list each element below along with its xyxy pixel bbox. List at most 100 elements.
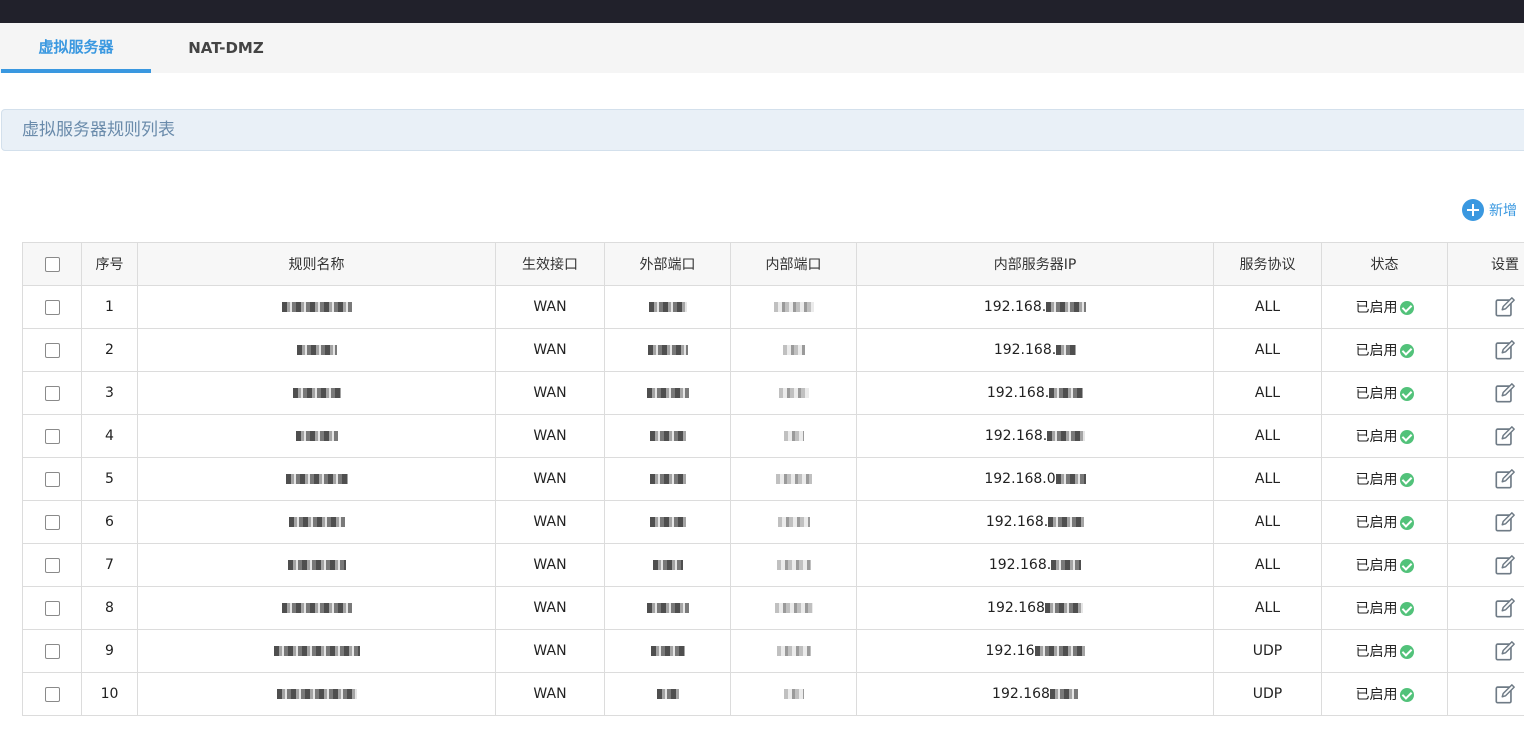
row-checkbox[interactable] <box>44 514 60 530</box>
redacted-ip-suffix <box>1051 560 1082 570</box>
row-protocol: ALL <box>1213 543 1322 587</box>
tab-virtual-server[interactable]: 虚拟服务器 <box>1 23 151 73</box>
header-settings: 设置 <box>1447 242 1524 286</box>
row-checkbox[interactable] <box>44 342 60 358</box>
row-internal-port <box>730 285 857 329</box>
row-internal-port <box>730 500 857 544</box>
header-protocol: 服务协议 <box>1213 242 1322 286</box>
redacted-rule-name <box>288 517 345 527</box>
header-status: 状态 <box>1321 242 1448 286</box>
row-checkbox[interactable] <box>44 299 60 315</box>
check-circle-icon <box>1399 516 1414 530</box>
table-row: 6 WAN 192.168. ALL 已启用 <box>22 500 1524 544</box>
redacted-internal-port <box>782 345 805 355</box>
edit-icon[interactable] <box>1494 640 1516 662</box>
row-rule-name <box>137 629 496 673</box>
row-select <box>22 672 82 716</box>
redacted-external-port <box>646 603 689 613</box>
row-interface: WAN <box>495 328 605 372</box>
table-row: 4 WAN 192.168. ALL 已启用 <box>22 414 1524 458</box>
edit-icon[interactable] <box>1494 339 1516 361</box>
row-internal-port <box>730 629 857 673</box>
status-label: 已启用 <box>1355 687 1398 703</box>
row-server-ip: 192.168 <box>856 586 1214 630</box>
edit-icon[interactable] <box>1494 597 1516 619</box>
tab-nat-dmz[interactable]: NAT-DMZ <box>151 23 301 73</box>
row-index: 1 <box>81 285 138 329</box>
header-server-ip: 内部服务器IP <box>856 242 1214 286</box>
redacted-external-port <box>647 345 688 355</box>
row-settings <box>1447 672 1524 716</box>
row-server-ip: 192.168.0 <box>856 457 1214 501</box>
row-select <box>22 586 82 630</box>
row-status: 已启用 <box>1321 285 1448 329</box>
row-settings <box>1447 500 1524 544</box>
row-rule-name <box>137 371 496 415</box>
edit-icon[interactable] <box>1494 382 1516 404</box>
header-select-all <box>22 242 82 286</box>
row-server-ip: 192.168. <box>856 414 1214 458</box>
add-rule-button[interactable]: 新增 <box>1462 198 1517 222</box>
row-external-port <box>604 285 731 329</box>
row-protocol: UDP <box>1213 629 1322 673</box>
row-status: 已启用 <box>1321 543 1448 587</box>
edit-icon[interactable] <box>1494 554 1516 576</box>
header-interface: 生效接口 <box>495 242 605 286</box>
redacted-rule-name <box>287 560 346 570</box>
row-checkbox[interactable] <box>44 643 60 659</box>
row-settings <box>1447 586 1524 630</box>
row-protocol: ALL <box>1213 328 1322 372</box>
redacted-external-port <box>650 646 685 656</box>
row-index: 4 <box>81 414 138 458</box>
row-checkbox[interactable] <box>44 686 60 702</box>
row-index: 2 <box>81 328 138 372</box>
row-external-port <box>604 543 731 587</box>
row-server-ip: 192.168. <box>856 285 1214 329</box>
row-checkbox[interactable] <box>44 385 60 401</box>
redacted-external-port <box>649 431 686 441</box>
edit-icon[interactable] <box>1494 511 1516 533</box>
status-label: 已启用 <box>1355 515 1398 531</box>
status-label: 已启用 <box>1355 343 1398 359</box>
row-ip-prefix: 192.168.0 <box>984 471 1056 487</box>
row-server-ip: 192.168 <box>856 672 1214 716</box>
row-checkbox[interactable] <box>44 471 60 487</box>
table-row: 7 WAN 192.168. ALL 已启用 <box>22 543 1524 587</box>
header-internal-port: 内部端口 <box>730 242 857 286</box>
row-index: 8 <box>81 586 138 630</box>
row-internal-port <box>730 328 857 372</box>
row-settings <box>1447 371 1524 415</box>
edit-icon[interactable] <box>1494 683 1516 705</box>
row-interface: WAN <box>495 371 605 415</box>
row-interface: WAN <box>495 285 605 329</box>
row-rule-name <box>137 586 496 630</box>
redacted-rule-name <box>281 302 352 312</box>
row-checkbox[interactable] <box>44 600 60 616</box>
row-rule-name <box>137 285 496 329</box>
row-checkbox[interactable] <box>44 557 60 573</box>
edit-icon[interactable] <box>1494 296 1516 318</box>
redacted-rule-name <box>276 689 357 699</box>
row-server-ip: 192.168. <box>856 328 1214 372</box>
redacted-ip-suffix <box>1047 431 1086 441</box>
redacted-external-port <box>656 689 679 699</box>
check-circle-icon <box>1399 645 1414 659</box>
row-interface: WAN <box>495 543 605 587</box>
edit-icon[interactable] <box>1494 468 1516 490</box>
row-select <box>22 285 82 329</box>
row-select <box>22 457 82 501</box>
row-ip-prefix: 192.168 <box>992 686 1050 702</box>
redacted-external-port <box>649 474 686 484</box>
row-external-port <box>604 328 731 372</box>
row-checkbox[interactable] <box>44 428 60 444</box>
row-ip-prefix: 192.168. <box>988 557 1052 573</box>
row-protocol: ALL <box>1213 414 1322 458</box>
status-label: 已启用 <box>1355 644 1398 660</box>
select-all-checkbox[interactable] <box>44 256 60 272</box>
rules-table-container: 序号 规则名称 生效接口 外部端口 内部端口 内部服务器IP 服务协议 状态 设… <box>22 242 1524 729</box>
redacted-internal-port <box>778 388 809 398</box>
redacted-ip-suffix <box>1044 603 1083 613</box>
edit-icon[interactable] <box>1494 425 1516 447</box>
row-external-port <box>604 414 731 458</box>
row-status: 已启用 <box>1321 500 1448 544</box>
